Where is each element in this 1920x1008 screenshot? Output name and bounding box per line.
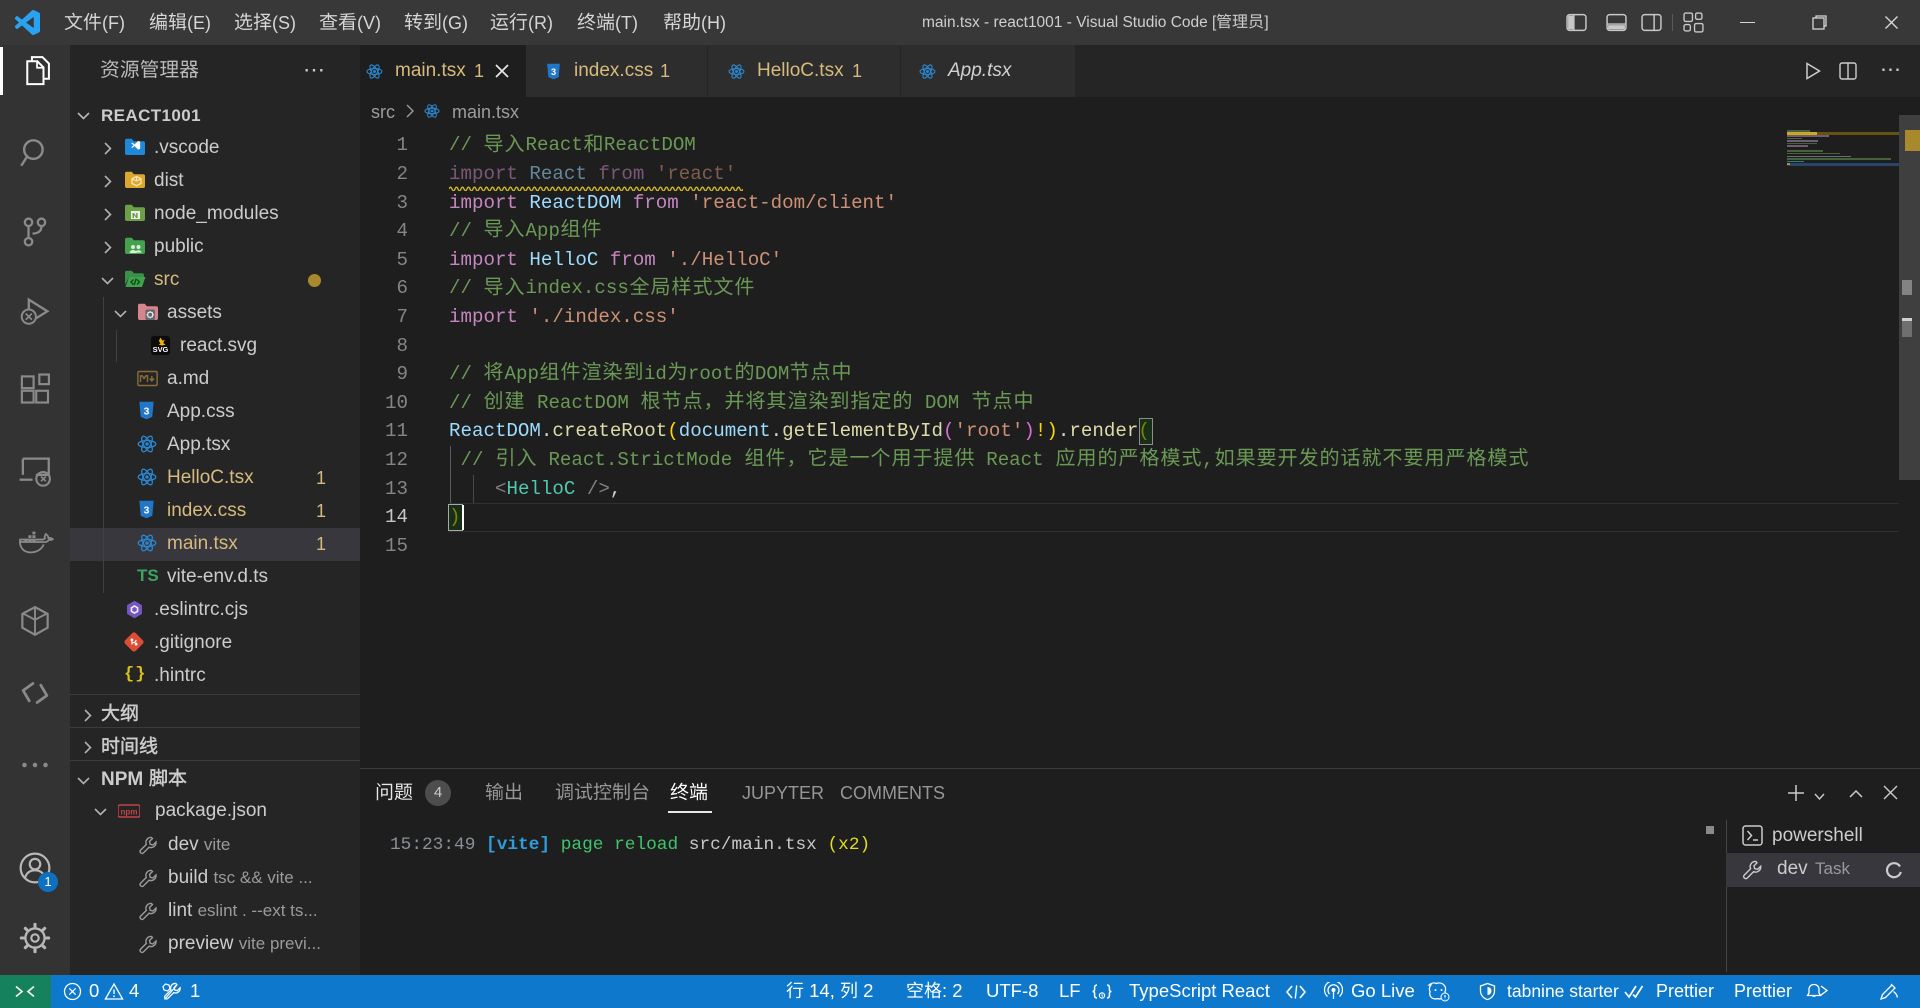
svg-text:3: 3 bbox=[144, 406, 150, 417]
svg-text:3: 3 bbox=[551, 67, 556, 77]
svg-text:3: 3 bbox=[144, 505, 150, 516]
svg-text:npm: npm bbox=[121, 807, 138, 816]
svg-text:SVG: SVG bbox=[153, 345, 169, 354]
